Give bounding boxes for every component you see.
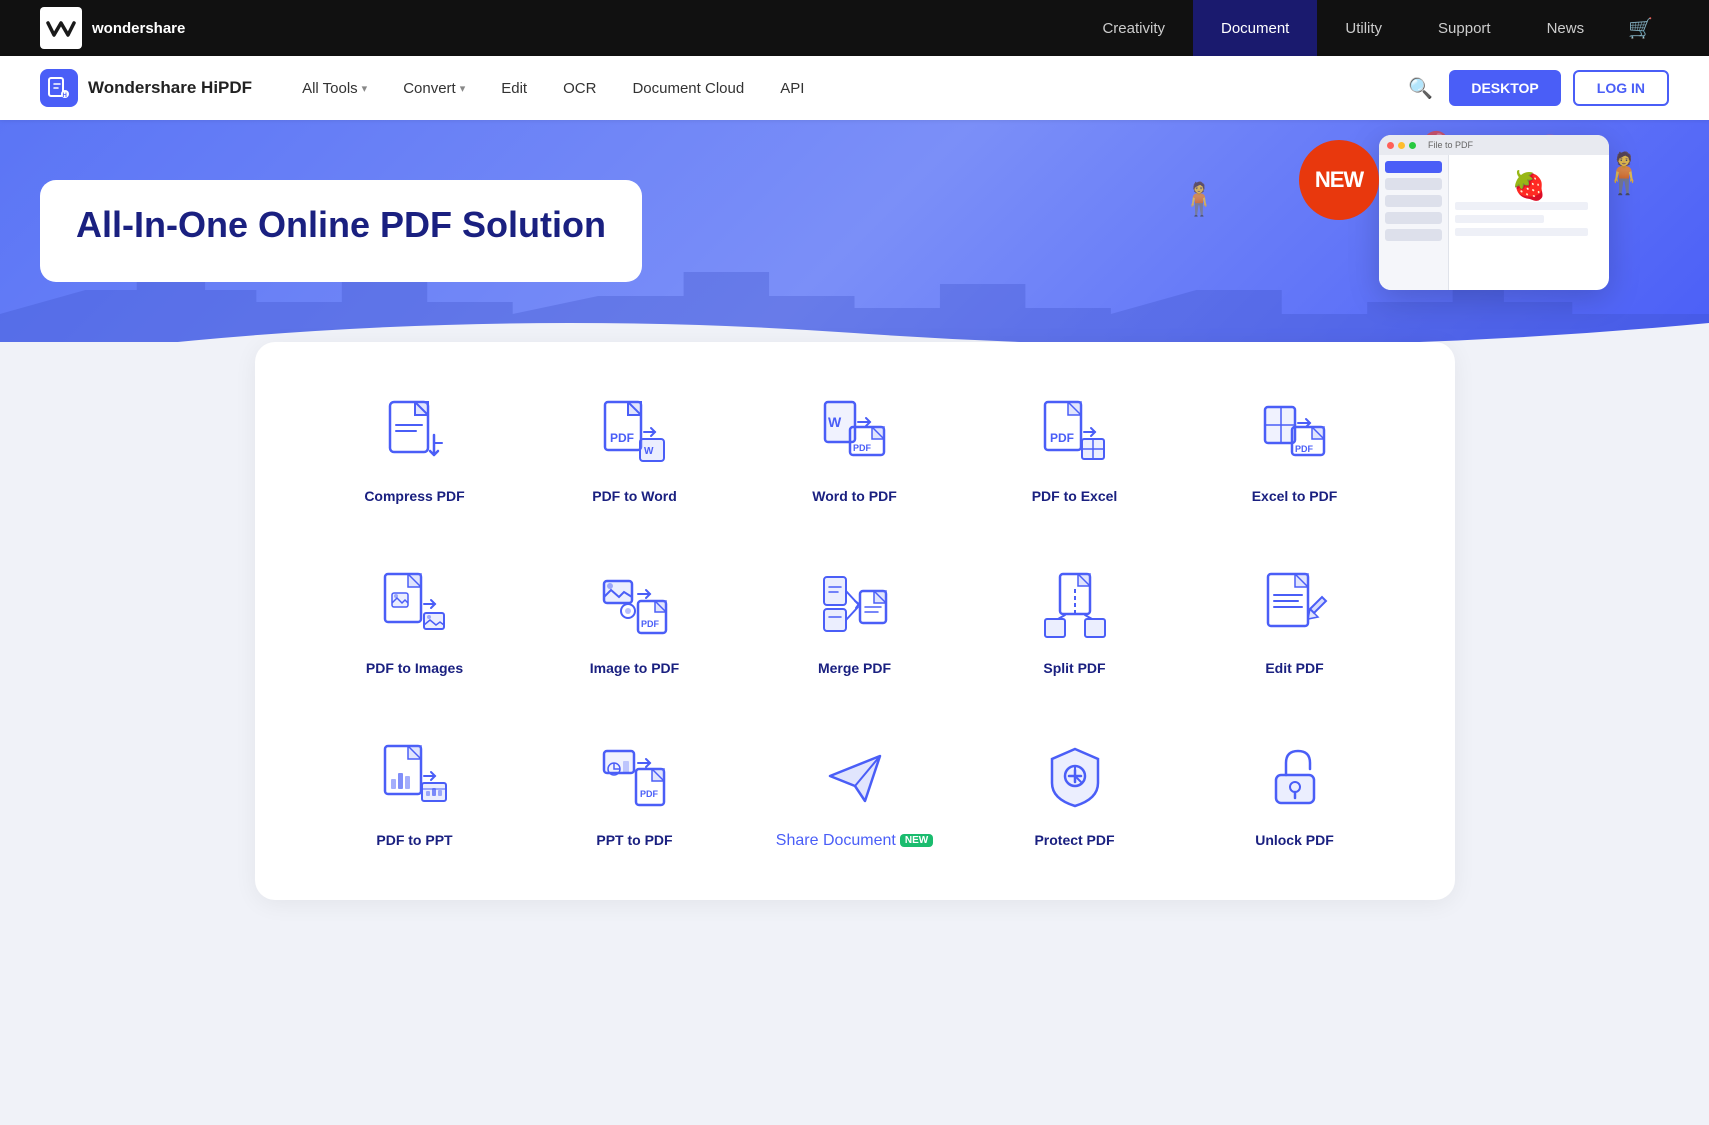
sec-nav-all-tools[interactable]: All Tools ▾: [284, 56, 385, 120]
tool-item-share-document[interactable]: Share DocumentNEW: [755, 726, 955, 860]
svg-text:W: W: [828, 414, 842, 430]
svg-text:PDF: PDF: [610, 431, 634, 445]
tool-label-pdf-to-excel: PDF to Excel: [1032, 488, 1118, 504]
tool-item-pdf-to-excel[interactable]: PDF PDF to Excel: [975, 382, 1175, 514]
tool-item-compress-pdf[interactable]: Compress PDF: [315, 382, 515, 514]
all-tools-label: All Tools: [302, 80, 358, 97]
tool-icon-word-to-pdf: W PDF: [815, 392, 895, 472]
top-nav-document[interactable]: Document: [1193, 0, 1317, 56]
tool-icon-pdf-to-ppt: [375, 736, 455, 816]
tool-item-edit-pdf[interactable]: Edit PDF: [1195, 554, 1395, 686]
top-nav-utility[interactable]: Utility: [1317, 0, 1410, 56]
tool-icon-unlock-pdf: [1255, 736, 1335, 816]
all-tools-arrow-icon: ▾: [362, 82, 368, 95]
cart-icon[interactable]: 🛒: [1612, 16, 1669, 41]
hero-decoration-figure-left: 🧍: [1179, 180, 1219, 218]
wondershare-logo-icon: [40, 7, 82, 49]
new-badge: NEW: [1299, 140, 1379, 220]
hipdf-icon: H: [40, 69, 78, 107]
tool-item-merge-pdf[interactable]: Merge PDF: [755, 554, 955, 686]
tool-label-pdf-to-images: PDF to Images: [366, 660, 463, 676]
sec-nav-api[interactable]: API: [762, 56, 822, 120]
sec-nav-convert[interactable]: Convert ▾: [385, 56, 483, 120]
login-button[interactable]: LOG IN: [1573, 70, 1669, 106]
hero-app-screenshot: File to PDF 🍓: [1379, 135, 1609, 290]
tool-label-pdf-to-word: PDF to Word: [592, 488, 677, 504]
tool-item-excel-to-pdf[interactable]: PDF Excel to PDF: [1195, 382, 1395, 514]
main-content: Compress PDF PDF W PDF to Word W PDF Wor…: [0, 342, 1709, 960]
tool-item-word-to-pdf[interactable]: W PDF Word to PDF: [755, 382, 955, 514]
svg-text:PDF: PDF: [641, 619, 660, 629]
tool-item-ppt-to-pdf[interactable]: PDF PPT to PDF: [535, 726, 735, 860]
tool-icon-share-document: [815, 736, 895, 816]
top-nav-logo: wondershare: [40, 7, 185, 49]
top-nav: wondershare Creativity Document Utility …: [0, 0, 1709, 56]
svg-text:H: H: [63, 93, 67, 99]
wondershare-brand-label: wondershare: [92, 20, 185, 37]
convert-label: Convert: [403, 80, 456, 97]
tool-icon-pdf-to-images: [375, 564, 455, 644]
tool-label-word-to-pdf: Word to PDF: [812, 488, 897, 504]
hero-section: NEW 🎈 🧍 🧍 File to PDF: [0, 120, 1709, 362]
svg-text:PDF: PDF: [853, 443, 872, 453]
convert-arrow-icon: ▾: [460, 82, 466, 95]
hipdf-logo-icon: H: [47, 76, 71, 100]
tool-icon-image-to-pdf: PDF: [595, 564, 675, 644]
svg-text:W: W: [644, 446, 654, 457]
tool-icon-pdf-to-excel: PDF: [1035, 392, 1115, 472]
tool-label-protect-pdf: Protect PDF: [1034, 832, 1114, 848]
tool-item-protect-pdf[interactable]: Protect PDF: [975, 726, 1175, 860]
tool-item-pdf-to-ppt[interactable]: PDF to PPT: [315, 726, 515, 860]
tool-icon-split-pdf: [1035, 564, 1115, 644]
tool-item-unlock-pdf[interactable]: Unlock PDF: [1195, 726, 1395, 860]
tools-card: Compress PDF PDF W PDF to Word W PDF Wor…: [255, 342, 1455, 900]
sec-nav: H Wondershare HiPDF All Tools ▾ Convert …: [0, 56, 1709, 120]
tool-icon-excel-to-pdf: PDF: [1255, 392, 1335, 472]
tool-label-image-to-pdf: Image to PDF: [590, 660, 679, 676]
search-icon[interactable]: 🔍: [1392, 76, 1449, 101]
top-nav-support[interactable]: Support: [1410, 0, 1519, 56]
svg-text:PDF: PDF: [1295, 444, 1314, 454]
tool-item-pdf-to-images[interactable]: PDF to Images: [315, 554, 515, 686]
sec-nav-document-cloud[interactable]: Document Cloud: [614, 56, 762, 120]
tool-label-compress-pdf: Compress PDF: [364, 488, 464, 504]
tool-item-pdf-to-word[interactable]: PDF W PDF to Word: [535, 382, 735, 514]
tool-label-split-pdf: Split PDF: [1043, 660, 1105, 676]
tool-icon-merge-pdf: [815, 564, 895, 644]
svg-text:PDF: PDF: [640, 789, 659, 799]
tool-icon-compress-pdf: [375, 392, 455, 472]
sec-nav-edit[interactable]: Edit: [483, 56, 545, 120]
hipdf-brand-label: Wondershare HiPDF: [88, 78, 252, 98]
tool-label-share-document: Share DocumentNEW: [776, 832, 933, 850]
hipdf-logo: H Wondershare HiPDF: [40, 69, 252, 107]
sec-nav-ocr[interactable]: OCR: [545, 56, 614, 120]
tool-item-image-to-pdf[interactable]: PDF Image to PDF: [535, 554, 735, 686]
tool-icon-ppt-to-pdf: PDF: [595, 736, 675, 816]
tool-icon-pdf-to-word: PDF W: [595, 392, 675, 472]
tool-icon-protect-pdf: [1035, 736, 1115, 816]
tool-grid: Compress PDF PDF W PDF to Word W PDF Wor…: [315, 382, 1395, 860]
tool-icon-edit-pdf: [1255, 564, 1335, 644]
desktop-button[interactable]: DESKTOP: [1449, 70, 1560, 106]
top-nav-news[interactable]: News: [1519, 0, 1613, 56]
tool-label-merge-pdf: Merge PDF: [818, 660, 891, 676]
tool-label-edit-pdf: Edit PDF: [1265, 660, 1323, 676]
tool-label-unlock-pdf: Unlock PDF: [1255, 832, 1334, 848]
tool-item-split-pdf[interactable]: Split PDF: [975, 554, 1175, 686]
tool-label-pdf-to-ppt: PDF to PPT: [376, 832, 452, 848]
top-nav-creativity[interactable]: Creativity: [1074, 0, 1193, 56]
tool-label-excel-to-pdf: Excel to PDF: [1252, 488, 1338, 504]
svg-text:PDF: PDF: [1050, 431, 1074, 445]
hero-title: All-In-One Online PDF Solution: [40, 180, 642, 282]
tool-label-ppt-to-pdf: PPT to PDF: [596, 832, 672, 848]
hero-content: All-In-One Online PDF Solution: [0, 120, 682, 362]
